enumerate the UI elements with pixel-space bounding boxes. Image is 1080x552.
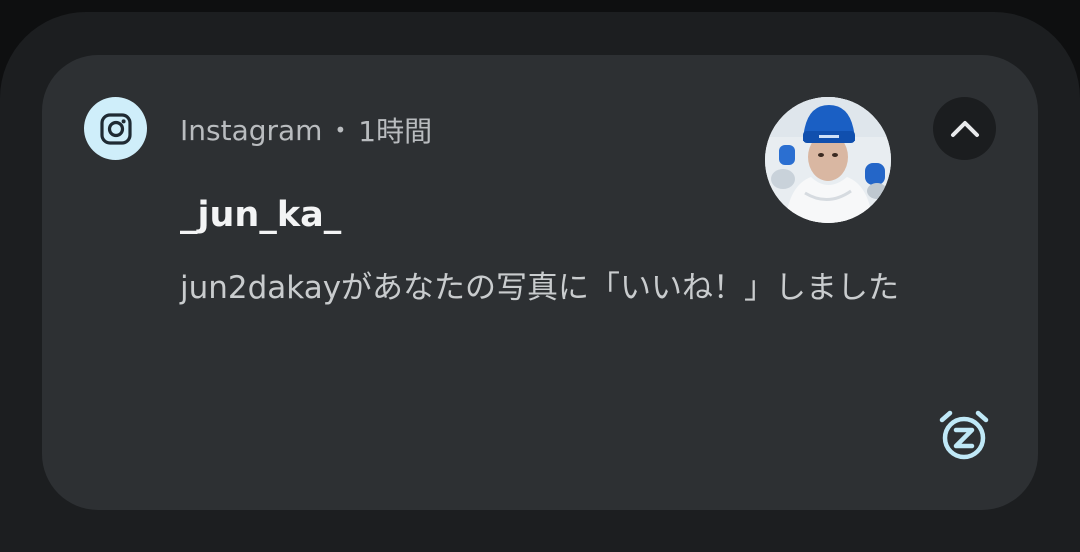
notification-time: 1時間 bbox=[358, 115, 433, 148]
expand-button[interactable] bbox=[933, 97, 996, 160]
instagram-icon bbox=[84, 97, 147, 160]
notification-message: jun2dakayがあなたの写真に「いいね！」しました bbox=[180, 270, 900, 306]
snooze-button[interactable] bbox=[934, 405, 994, 465]
snooze-alarm-icon bbox=[939, 410, 989, 460]
notification-title: _jun_ka_ bbox=[180, 195, 342, 235]
chevron-up-icon bbox=[950, 120, 979, 137]
app-name: Instagram bbox=[180, 113, 323, 147]
avatar bbox=[765, 97, 891, 223]
header-separator: • bbox=[334, 118, 347, 142]
notification-header: Instagram • 1時間 bbox=[180, 110, 432, 150]
